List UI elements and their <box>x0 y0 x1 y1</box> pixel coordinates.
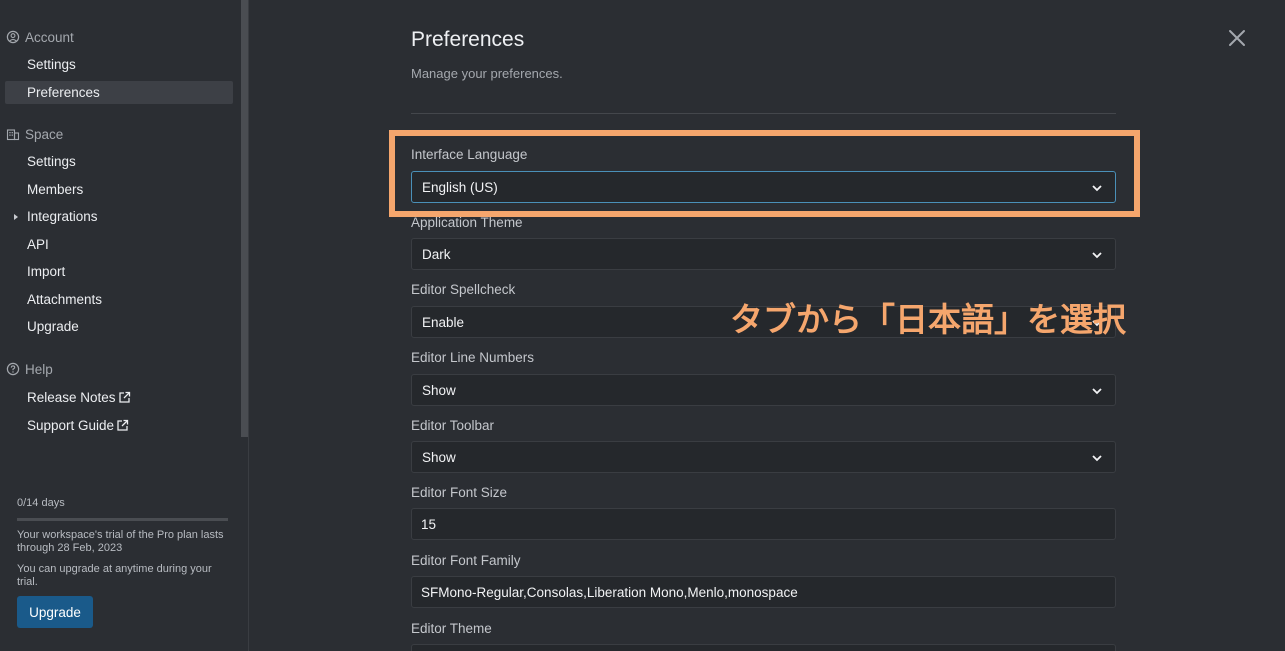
sidebar-item-label: Import <box>27 264 66 279</box>
page-title: Preferences <box>411 28 525 51</box>
chevron-down-icon <box>1092 252 1102 259</box>
account-section-heading: Account <box>6 28 74 46</box>
annotation-text: タブから「日本語」を選択 <box>730 300 1126 339</box>
editor-theme-select[interactable] <box>411 644 1116 651</box>
chevron-down-icon <box>1092 185 1102 192</box>
editor-font-size-label: Editor Font Size <box>411 485 508 500</box>
editor-toolbar-label: Editor Toolbar <box>411 418 495 433</box>
trial-message: Your workspace's trial of the Pro plan l… <box>17 529 224 554</box>
editor-spellcheck-label: Editor Spellcheck <box>411 282 516 297</box>
close-icon[interactable] <box>1226 27 1248 49</box>
select-value: Enable <box>422 314 465 330</box>
sidebar-item-label: Attachments <box>27 292 103 307</box>
help-heading-label: Help <box>25 361 53 377</box>
trial-upgrade-message: You can upgrade at anytime during your t… <box>17 563 212 588</box>
upgrade-button[interactable]: Upgrade <box>17 596 93 628</box>
editor-font-family-label: Editor Font Family <box>411 553 521 568</box>
sidebar-item-label: Support Guide <box>27 418 115 433</box>
editor-toolbar-select[interactable]: Show <box>411 441 1116 473</box>
input-value: SFMono-Regular,Consolas,Liberation Mono,… <box>421 584 798 600</box>
sidebar: Account Settings Preferences Space Setti… <box>0 0 241 651</box>
external-link-icon <box>117 419 129 431</box>
select-value: Show <box>422 449 456 465</box>
sidebar-item-space-settings[interactable]: Settings <box>5 150 233 173</box>
sidebar-item-label: Release Notes <box>27 390 116 405</box>
sidebar-item-integrations[interactable]: Integrations <box>5 205 233 228</box>
help-section-heading: Help <box>6 360 53 378</box>
input-value: 15 <box>421 516 437 532</box>
application-theme-select[interactable]: Dark <box>411 238 1116 270</box>
space-heading-label: Space <box>25 126 64 142</box>
building-icon <box>6 129 20 141</box>
sidebar-divider <box>248 0 249 651</box>
sidebar-item-upgrade[interactable]: Upgrade <box>5 315 233 338</box>
editor-font-family-input[interactable]: SFMono-Regular,Consolas,Liberation Mono,… <box>411 576 1116 608</box>
select-value: Dark <box>422 246 451 262</box>
trial-progress-bar <box>17 518 228 521</box>
external-link-icon <box>118 391 130 403</box>
chevron-down-icon <box>1092 388 1102 395</box>
interface-language-label: Interface Language <box>411 147 528 162</box>
editor-font-size-input[interactable]: 15 <box>411 508 1116 540</box>
space-section-heading: Space <box>6 125 63 143</box>
editor-theme-label: Editor Theme <box>411 621 492 636</box>
sidebar-item-members[interactable]: Members <box>5 178 233 201</box>
sidebar-item-api[interactable]: API <box>5 233 233 256</box>
sidebar-item-label: Preferences <box>27 85 100 100</box>
sidebar-item-preferences[interactable]: Preferences <box>5 81 233 104</box>
sidebar-item-label: Settings <box>27 57 76 72</box>
user-circle-icon <box>6 30 20 44</box>
account-heading-label: Account <box>25 29 74 45</box>
editor-line-numbers-select[interactable]: Show <box>411 374 1116 406</box>
sidebar-item-attachments[interactable]: Attachments <box>5 288 233 311</box>
help-circle-icon <box>6 362 20 376</box>
application-theme-label: Application Theme <box>411 215 523 230</box>
sidebar-item-label: API <box>27 237 49 252</box>
sidebar-item-label: Upgrade <box>27 319 79 334</box>
caret-right-icon[interactable] <box>14 214 18 220</box>
chevron-down-icon <box>1092 455 1102 462</box>
sidebar-item-import[interactable]: Import <box>5 260 233 283</box>
select-value: Show <box>422 382 456 398</box>
sidebar-item-support-guide[interactable]: Support Guide <box>5 414 233 437</box>
trial-days-counter: 0/14 days <box>17 497 65 509</box>
editor-line-numbers-label: Editor Line Numbers <box>411 350 535 365</box>
divider <box>411 113 1116 114</box>
sidebar-item-account-settings[interactable]: Settings <box>5 53 233 76</box>
sidebar-item-label: Settings <box>27 154 76 169</box>
interface-language-select[interactable]: English (US) <box>411 171 1116 203</box>
sidebar-item-label: Members <box>27 182 84 197</box>
sidebar-item-label: Integrations <box>27 209 98 224</box>
sidebar-item-release-notes[interactable]: Release Notes <box>5 386 233 409</box>
page-subtitle: Manage your preferences. <box>411 66 563 81</box>
select-value: English (US) <box>422 179 498 195</box>
